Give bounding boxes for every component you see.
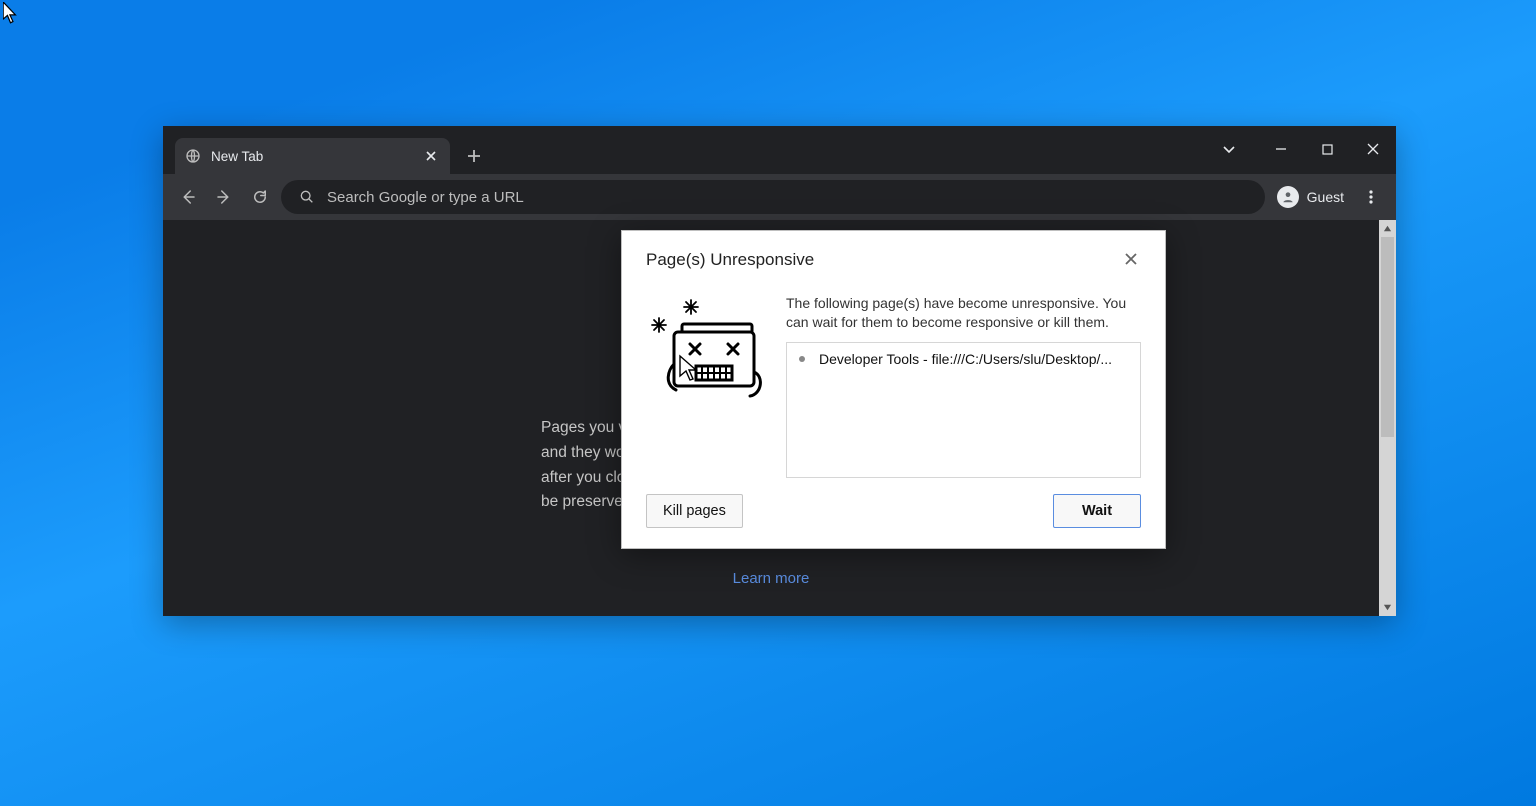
close-icon <box>426 151 436 161</box>
triangle-up-icon <box>1383 224 1392 233</box>
kill-pages-button[interactable]: Kill pages <box>646 494 743 528</box>
tab-newtab[interactable]: New Tab <box>175 138 450 174</box>
frozen-folder-icon <box>646 294 766 409</box>
vertical-scrollbar[interactable] <box>1379 220 1396 616</box>
learn-more-link[interactable]: Learn more <box>733 570 810 587</box>
minimize-icon <box>1275 143 1287 155</box>
window-close-button[interactable] <box>1350 134 1396 164</box>
tab-strip: New Tab <box>163 126 1396 174</box>
wait-button[interactable]: Wait <box>1053 494 1141 528</box>
tab-title: New Tab <box>211 149 412 164</box>
toolbar: Search Google or type a URL Guest <box>163 174 1396 220</box>
profile-label: Guest <box>1307 189 1344 205</box>
close-icon <box>1125 253 1137 265</box>
scroll-thumb[interactable] <box>1381 237 1394 437</box>
kebab-icon <box>1363 189 1379 205</box>
list-item[interactable]: Developer Tools - file:///C:/Users/slu/D… <box>799 351 1128 367</box>
triangle-down-icon <box>1383 603 1392 612</box>
omnibox-placeholder: Search Google or type a URL <box>327 189 524 206</box>
forward-button[interactable] <box>209 182 239 212</box>
unresponsive-page-list: Developer Tools - file:///C:/Users/slu/D… <box>786 342 1141 478</box>
arrow-right-icon <box>215 188 233 206</box>
dialog-message: The following page(s) have become unresp… <box>786 294 1141 332</box>
window-minimize-button[interactable] <box>1258 134 1304 164</box>
chrome-menu-button[interactable] <box>1356 182 1386 212</box>
new-tab-button[interactable] <box>460 142 488 170</box>
maximize-icon <box>1322 144 1333 155</box>
scroll-up-button[interactable] <box>1379 220 1396 237</box>
dialog-close-button[interactable] <box>1121 249 1141 270</box>
window-controls <box>1206 134 1396 164</box>
plus-icon <box>467 149 481 163</box>
list-item-label: Developer Tools - file:///C:/Users/slu/D… <box>819 351 1112 367</box>
search-tabs-button[interactable] <box>1206 134 1252 164</box>
bullet-icon <box>799 356 805 362</box>
back-button[interactable] <box>173 182 203 212</box>
reload-button[interactable] <box>245 182 275 212</box>
search-icon <box>299 189 315 205</box>
dialog-title: Page(s) Unresponsive <box>646 250 1121 270</box>
page-unresponsive-dialog: Page(s) Unresponsive <box>621 230 1166 549</box>
globe-icon <box>185 148 201 164</box>
close-icon <box>1367 143 1379 155</box>
reload-icon <box>251 188 269 206</box>
mouse-cursor-icon <box>3 2 18 24</box>
avatar-icon <box>1277 186 1299 208</box>
window-maximize-button[interactable] <box>1304 134 1350 164</box>
chevron-down-icon <box>1222 142 1236 156</box>
scroll-down-button[interactable] <box>1379 599 1396 616</box>
arrow-left-icon <box>179 188 197 206</box>
profile-button[interactable]: Guest <box>1271 182 1350 212</box>
tab-close-button[interactable] <box>422 147 440 165</box>
omnibox[interactable]: Search Google or type a URL <box>281 180 1265 214</box>
